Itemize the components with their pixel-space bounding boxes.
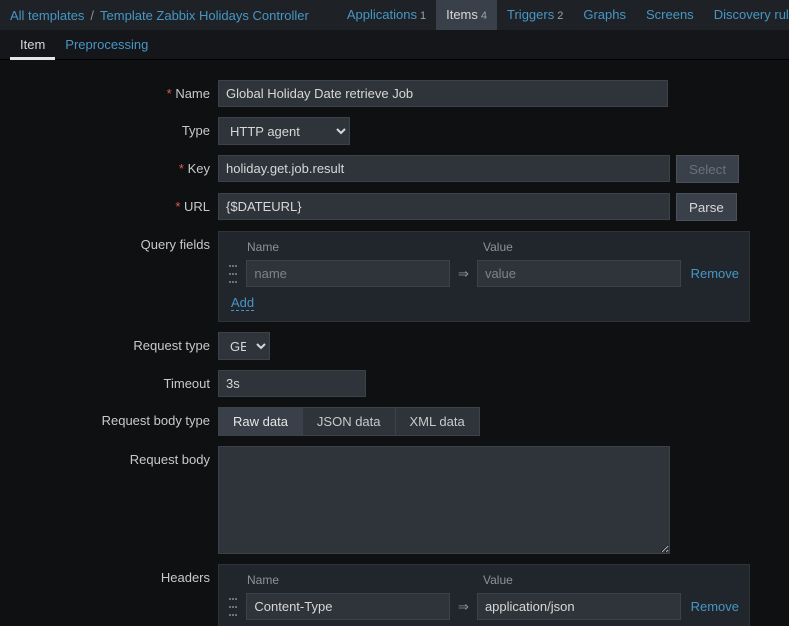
nav-count: 1 <box>420 10 426 22</box>
nav-item-graphs[interactable]: Graphs <box>573 0 636 30</box>
timeout-input[interactable] <box>218 370 366 397</box>
body-type-xml[interactable]: XML data <box>396 408 479 435</box>
drag-handle-icon[interactable] <box>229 598 240 616</box>
nav-item-discovery-rules[interactable]: Discovery rules <box>704 0 789 30</box>
body-type-raw[interactable]: Raw data <box>219 408 303 435</box>
header-row: ⇒ Remove <box>229 593 739 620</box>
item-form: Name Type HTTP agent Key Select URL Pars… <box>0 60 789 626</box>
select-button[interactable]: Select <box>676 155 739 183</box>
header-value-input[interactable] <box>477 593 681 620</box>
label-request-body: Request body <box>0 446 218 467</box>
key-input[interactable] <box>218 155 670 182</box>
module-nav: Applications1Items4Triggers2GraphsScreen… <box>337 0 789 30</box>
tab-item[interactable]: Item <box>10 30 55 60</box>
label-name: Name <box>0 80 218 101</box>
nav-item-applications[interactable]: Applications1 <box>337 0 436 30</box>
header-remove-link[interactable]: Remove <box>691 599 739 614</box>
type-select[interactable]: HTTP agent <box>218 117 350 145</box>
body-type-json[interactable]: JSON data <box>303 408 396 435</box>
label-request-body-type: Request body type <box>0 407 218 428</box>
nav-item-items[interactable]: Items4 <box>436 0 497 30</box>
request-body-textarea[interactable] <box>218 446 670 554</box>
label-key: Key <box>0 155 218 176</box>
nav-count: 2 <box>557 10 563 22</box>
query-fields-block: Name Value ⇒ Remove Add <box>218 231 750 322</box>
label-headers: Headers <box>0 564 218 585</box>
arrow-icon: ⇒ <box>458 599 469 615</box>
name-input[interactable] <box>218 80 668 107</box>
breadcrumb-root[interactable]: All templates <box>10 8 84 23</box>
label-timeout: Timeout <box>0 370 218 391</box>
qf-col-name: Name <box>247 240 483 254</box>
nav-item-triggers[interactable]: Triggers2 <box>497 0 573 30</box>
tab-preprocessing[interactable]: Preprocessing <box>55 30 158 59</box>
label-type: Type <box>0 117 218 138</box>
label-query-fields: Query fields <box>0 231 218 252</box>
parse-button[interactable]: Parse <box>676 193 737 221</box>
breadcrumb-current[interactable]: Template Zabbix Holidays Controller <box>100 8 309 23</box>
nav-item-screens[interactable]: Screens <box>636 0 704 30</box>
query-field-name-input[interactable] <box>246 260 450 287</box>
label-url: URL <box>0 193 218 214</box>
query-field-remove-link[interactable]: Remove <box>691 266 739 281</box>
request-body-type-segment: Raw data JSON data XML data <box>218 407 480 436</box>
query-field-add-link[interactable]: Add <box>231 295 254 311</box>
url-input[interactable] <box>218 193 670 220</box>
hdr-col-name: Name <box>247 573 483 587</box>
header-name-input[interactable] <box>246 593 450 620</box>
query-field-value-input[interactable] <box>477 260 681 287</box>
query-field-row: ⇒ Remove <box>229 260 739 287</box>
sub-tabs: Item Preprocessing <box>0 30 789 60</box>
top-bar: All templates / Template Zabbix Holidays… <box>0 0 789 30</box>
label-request-type: Request type <box>0 332 218 353</box>
arrow-icon: ⇒ <box>458 266 469 282</box>
request-type-select[interactable]: GET <box>218 332 270 360</box>
headers-block: Name Value ⇒ Remove Add <box>218 564 750 626</box>
breadcrumb-sep: / <box>90 8 94 23</box>
hdr-col-value: Value <box>483 573 513 587</box>
qf-col-value: Value <box>483 240 513 254</box>
drag-handle-icon[interactable] <box>229 265 240 283</box>
nav-count: 4 <box>481 10 487 22</box>
